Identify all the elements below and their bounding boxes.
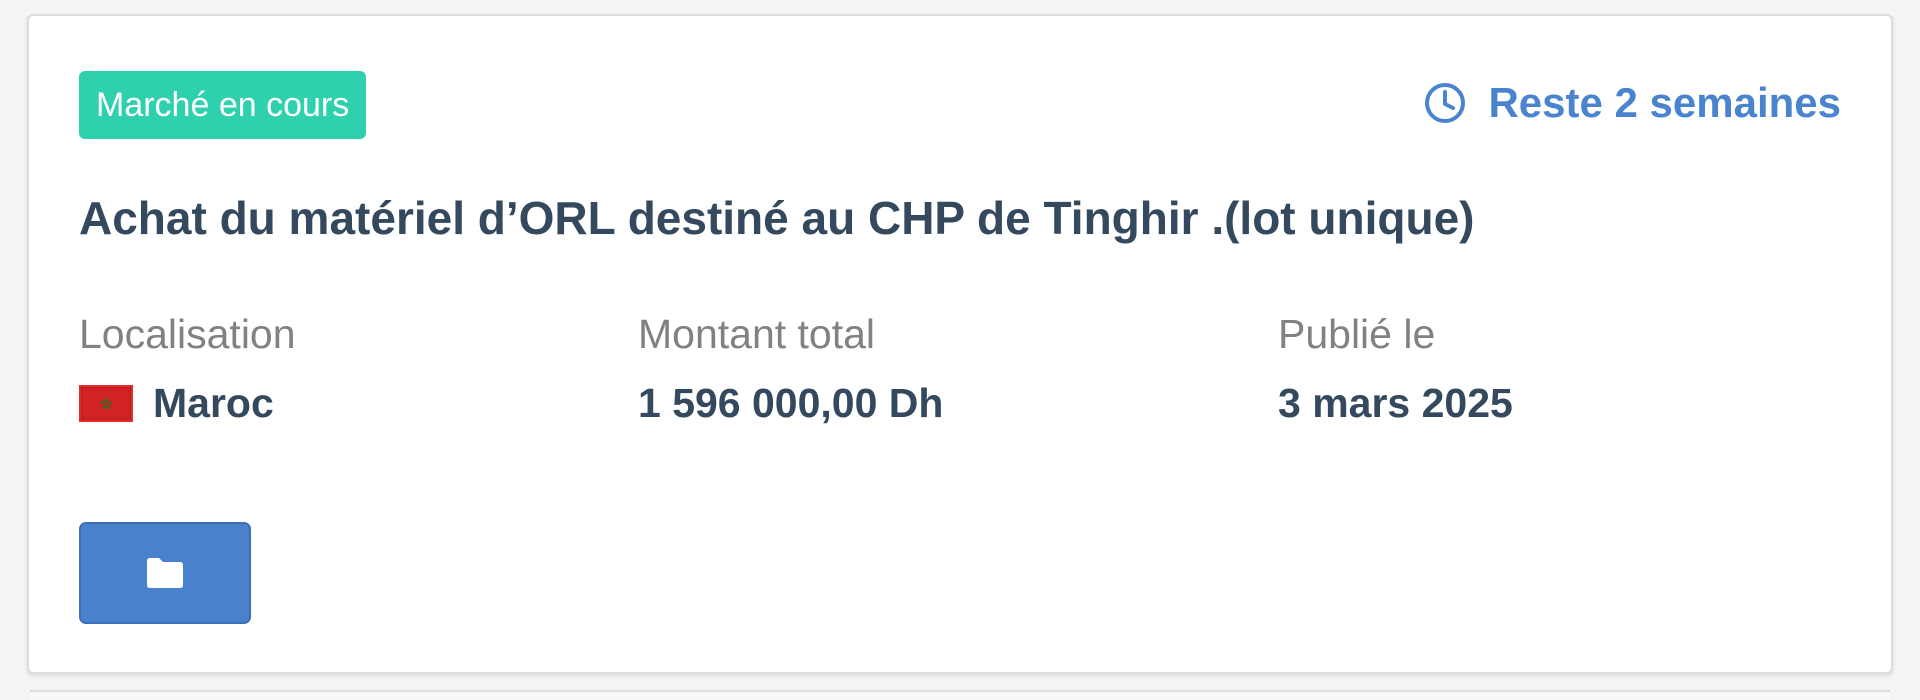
clock-icon bbox=[1422, 80, 1468, 126]
morocco-flag-icon bbox=[79, 384, 133, 422]
amount-label: Montant total bbox=[638, 311, 876, 357]
published-column: Publié le 3 mars 2025 bbox=[1278, 306, 1513, 431]
published-date: 3 mars 2025 bbox=[1278, 380, 1513, 426]
amount-column: Montant total 1 596 000,00 Dh bbox=[638, 306, 943, 431]
published-label: Publié le bbox=[1278, 311, 1436, 357]
location-label: Localisation bbox=[79, 311, 296, 357]
time-remaining-text: Reste 2 semaines bbox=[1488, 79, 1841, 126]
status-badge: Marché en cours bbox=[79, 71, 367, 139]
folder-icon bbox=[147, 558, 183, 588]
folder-button[interactable] bbox=[79, 522, 251, 624]
tender-card: Marché en cours Reste 2 semaines Achat d… bbox=[27, 14, 1893, 674]
location-column: Localisation Maroc bbox=[79, 306, 296, 431]
location-value-row: Maroc bbox=[79, 375, 296, 431]
amount-value: 1 596 000,00 Dh bbox=[638, 380, 944, 426]
time-remaining: Reste 2 semaines bbox=[1422, 73, 1841, 133]
tender-title: Achat du matériel d’ORL destiné au CHP d… bbox=[79, 192, 1475, 244]
location-value: Maroc bbox=[153, 380, 274, 426]
next-card-edge bbox=[30, 690, 1890, 700]
